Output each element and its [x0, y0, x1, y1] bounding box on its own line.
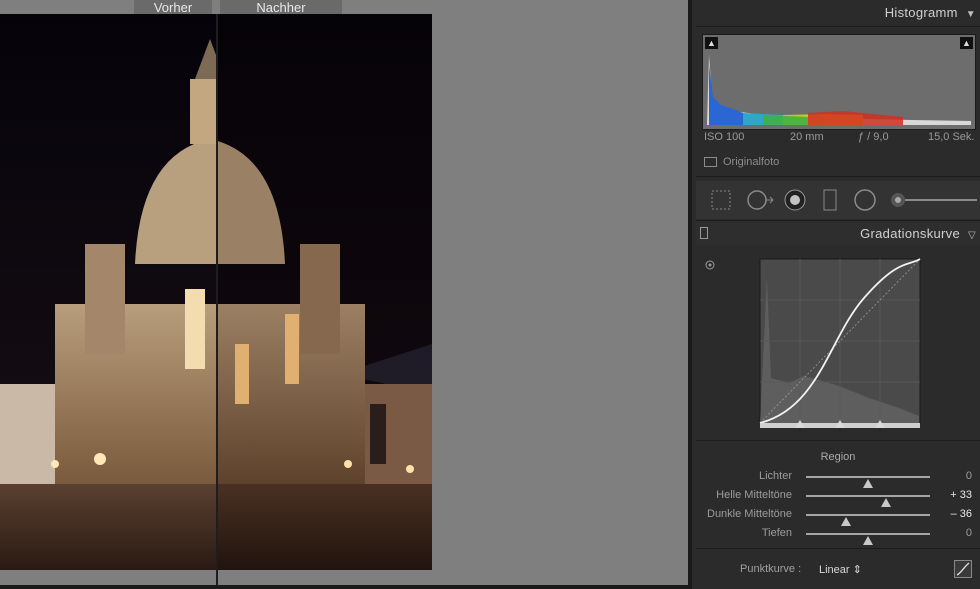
divider: [696, 548, 980, 549]
split-divider[interactable]: [216, 14, 218, 589]
original-photo-toggle[interactable]: Originalfoto: [704, 156, 779, 168]
collapse-triangle-icon[interactable]: ▽: [968, 230, 976, 241]
slider-highlights[interactable]: Lichter 0: [692, 468, 980, 488]
right-panel: Histogramm ▼ ▲ ▲ ISO 100 20 mm ƒ / 9,0 15…: [688, 0, 980, 589]
tone-curve-title: Gradationskurve: [860, 226, 960, 241]
after-label: Nachher: [220, 0, 342, 15]
original-label: Originalfoto: [723, 156, 780, 168]
slider-track[interactable]: [806, 476, 930, 488]
iso-value: ISO 100: [704, 131, 745, 143]
target-adjust-icon[interactable]: [704, 259, 716, 271]
collapse-triangle-icon[interactable]: ▼: [966, 9, 976, 20]
region-label: Region: [820, 451, 856, 463]
slider-thumb[interactable]: [863, 536, 873, 545]
divider: [696, 440, 980, 441]
slider-track[interactable]: [806, 533, 930, 545]
original-checkbox[interactable]: [704, 157, 717, 167]
slider-label: Dunkle Mitteltöne: [707, 508, 792, 520]
slider-value[interactable]: 0: [966, 470, 972, 482]
point-curve-select[interactable]: Linear ⇕: [819, 563, 862, 576]
slider-darks[interactable]: Dunkle Mitteltöne – 36: [692, 506, 980, 526]
tone-curve-graph[interactable]: [759, 258, 923, 428]
tone-curve-header[interactable]: Gradationskurve ▽: [696, 223, 980, 245]
adjustment-brush-icon[interactable]: [890, 189, 980, 211]
focal-length: 20 mm: [790, 131, 824, 143]
slider-value[interactable]: 0: [966, 527, 972, 539]
slider-value[interactable]: + 33: [950, 489, 972, 501]
histogram-graph: ▲ ▲: [702, 34, 976, 130]
spot-removal-icon[interactable]: [746, 189, 776, 211]
photo-canvas: Vorher Nachher: [0, 0, 688, 589]
slider-lights[interactable]: Helle Mitteltöne + 33: [692, 487, 980, 507]
slider-track[interactable]: [806, 514, 930, 526]
graduated-filter-icon[interactable]: [822, 189, 838, 211]
radial-filter-icon[interactable]: [854, 189, 876, 211]
filmstrip-border: [0, 585, 688, 589]
highlight-clipping-icon[interactable]: ▲: [960, 37, 973, 49]
slider-track[interactable]: [806, 495, 930, 507]
before-label: Vorher: [134, 0, 212, 15]
slider-shadows[interactable]: Tiefen 0: [692, 525, 980, 545]
shadow-clipping-icon[interactable]: ▲: [705, 37, 718, 49]
before-photo: [0, 14, 216, 570]
red-eye-icon[interactable]: [784, 189, 806, 211]
histogram-title: Histogramm: [884, 5, 958, 20]
divider: [696, 220, 980, 221]
panel-switch-icon[interactable]: [700, 227, 708, 239]
divider: [696, 176, 980, 177]
histogram-header[interactable]: Histogramm ▼: [885, 5, 976, 20]
tool-strip: [696, 181, 980, 219]
crop-overlay-icon[interactable]: [710, 189, 732, 211]
shutter-speed: 15,0 Sek.: [928, 131, 975, 143]
after-photo: [218, 14, 432, 570]
slider-label: Lichter: [758, 470, 792, 482]
point-curve-label: Punktkurve :: [740, 563, 802, 575]
aperture-value: ƒ / 9,0: [858, 131, 889, 143]
slider-label: Tiefen: [761, 527, 792, 539]
divider: [696, 26, 980, 27]
slider-label: Helle Mitteltöne: [716, 489, 792, 501]
edit-point-curve-icon[interactable]: [954, 560, 972, 578]
slider-value[interactable]: – 36: [951, 508, 972, 520]
